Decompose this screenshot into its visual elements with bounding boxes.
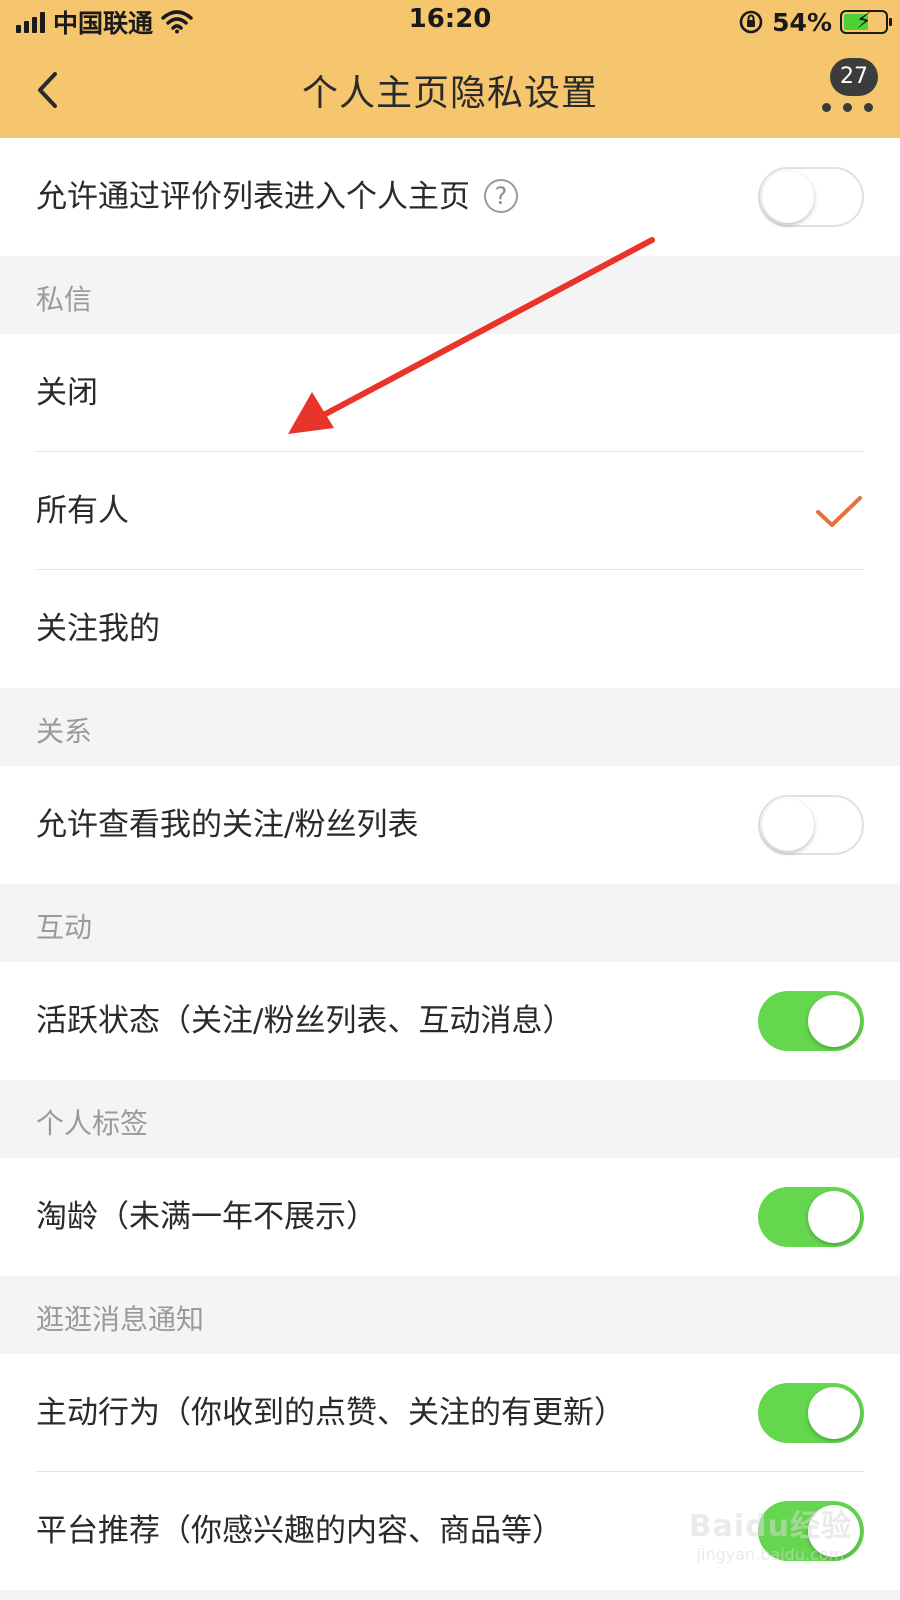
section-personal-tags: 个人标签	[0, 1080, 900, 1158]
status-bar: 中国联通 16:20 54% ⚡	[0, 0, 900, 44]
row-taobao-age: 淘龄（未满一年不展示）	[0, 1158, 900, 1276]
option-label: 关闭	[36, 375, 98, 411]
section-relationship: 关系	[0, 688, 900, 766]
row-active-status: 活跃状态（关注/粉丝列表、互动消息）	[0, 962, 900, 1080]
toggle-allow-follow-list[interactable]	[758, 795, 864, 855]
more-dots-icon	[822, 103, 873, 112]
row-label: 活跃状态（关注/粉丝列表、互动消息）	[36, 1003, 574, 1039]
row-label: 允许通过评价列表进入个人主页?	[36, 138, 518, 256]
toggle-allow-review-entry[interactable]	[758, 167, 864, 227]
section-label: 个人标签	[36, 1107, 149, 1140]
section-dm: 私信	[0, 256, 900, 334]
checkmark-icon	[816, 496, 862, 527]
section-stroll-notify: 逛逛消息通知	[0, 1276, 900, 1354]
settings-list: 允许通过评价列表进入个人主页? 私信 关闭 所有人 关注我的 关系 允许查看我的…	[0, 138, 900, 1590]
toggle-taobao-age[interactable]	[758, 1187, 864, 1247]
section-label: 互动	[36, 911, 93, 944]
question-circle-icon[interactable]: ?	[484, 178, 518, 213]
watermark-logo: Baidu经验	[688, 1509, 852, 1544]
option-dm-followers[interactable]: 关注我的	[0, 570, 900, 688]
rotation-lock-icon	[739, 10, 763, 34]
watermark-url: jingyan.baidu.com	[696, 1545, 845, 1564]
toggle-active-status[interactable]	[758, 991, 864, 1051]
row-active-behavior: 主动行为（你收到的点赞、关注的有更新）	[0, 1354, 900, 1472]
section-label: 私信	[36, 283, 93, 316]
toggle-active-behavior[interactable]	[758, 1383, 864, 1443]
message-badge: 27	[830, 58, 878, 96]
row-allow-follow-list: 允许查看我的关注/粉丝列表	[0, 766, 900, 884]
option-label: 关注我的	[36, 611, 160, 647]
row-allow-review-entry: 允许通过评价列表进入个人主页?	[0, 138, 900, 256]
watermark: Baidu经验 jingyan.baidu.com	[689, 1501, 852, 1564]
section-label: 逛逛消息通知	[36, 1303, 205, 1336]
header: 中国联通 16:20 54% ⚡ 个人主页隐私设置 27	[0, 0, 900, 138]
row-label: 平台推荐（你感兴趣的内容、商品等）	[36, 1513, 563, 1549]
section-label: 关系	[36, 715, 93, 748]
option-dm-everyone[interactable]: 所有人	[0, 452, 900, 570]
battery-percent: 54%	[772, 7, 832, 37]
option-dm-off[interactable]: 关闭	[0, 334, 900, 452]
status-right: 54% ⚡	[738, 6, 892, 38]
privacy-settings-page: 中国联通 16:20 54% ⚡ 个人主页隐私设置 27 允许通过评价列表进入个…	[0, 0, 900, 1600]
page-title: 个人主页隐私设置	[301, 73, 598, 114]
more-button[interactable]: 27	[818, 58, 878, 120]
nav-bar: 个人主页隐私设置 27	[0, 44, 900, 138]
battery-icon: ⚡	[840, 9, 892, 34]
row-label: 允许查看我的关注/粉丝列表	[36, 807, 419, 843]
row-label: 主动行为（你收到的点赞、关注的有更新）	[36, 1395, 625, 1431]
row-label: 淘龄（未满一年不展示）	[36, 1199, 377, 1235]
option-label: 所有人	[36, 493, 129, 529]
section-interaction: 互动	[0, 884, 900, 962]
